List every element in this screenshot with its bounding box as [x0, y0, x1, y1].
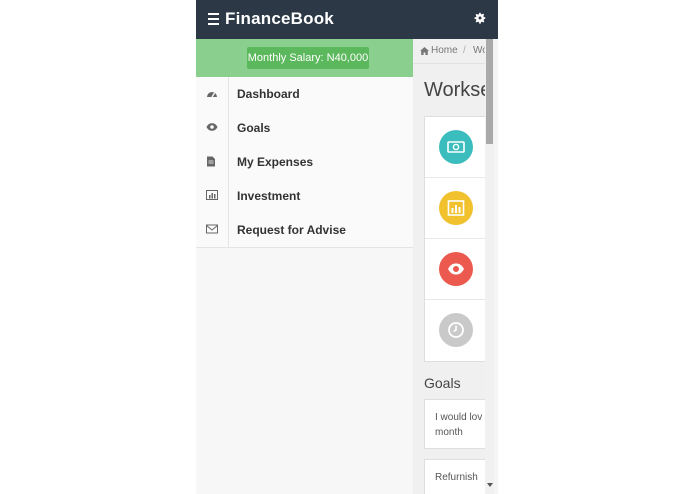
sidebar: Monthly Salary: N40,000 Dashboard Goals [196, 39, 413, 494]
sidebar-item-goals[interactable]: Goals [196, 111, 413, 146]
breadcrumb-current: Wo [473, 45, 485, 56]
sidebar-item-label: Request for Advise [237, 223, 346, 237]
sidebar-item-dashboard[interactable]: Dashboard [196, 77, 413, 112]
goal-card[interactable]: I would lov month [424, 399, 485, 449]
page-title: Workse [424, 79, 485, 101]
breadcrumb-home-link[interactable]: Home [431, 45, 458, 56]
app-title[interactable]: FinanceBook [225, 9, 334, 29]
sidebar-item-request-for-advise[interactable]: Request for Advise [196, 213, 413, 248]
chart-icon [439, 191, 473, 225]
goal-text-line: month [435, 427, 463, 438]
goal-text-line: I would lov [435, 412, 483, 423]
clock-icon [439, 313, 473, 347]
sidebar-icon-cell [196, 145, 229, 179]
tile-money[interactable] [425, 117, 485, 178]
sidebar-icon-cell [196, 111, 229, 145]
sidebar-item-label: Goals [237, 121, 271, 135]
goal-card[interactable]: Refurnish [424, 459, 485, 494]
sidebar-icon-cell [196, 179, 229, 213]
tile-clock[interactable] [425, 300, 485, 360]
scroll-down-arrow-icon[interactable] [487, 483, 493, 487]
dashboard-gauge-icon [207, 92, 217, 98]
sidebar-item-label: My Expenses [237, 155, 314, 169]
sidebar-item-investment[interactable]: Investment [196, 179, 413, 214]
main-content: Home / Wo Workse [413, 39, 485, 494]
breadcrumb: Home / Wo [413, 39, 485, 64]
hamburger-menu-icon[interactable] [208, 13, 219, 25]
goals-heading: Goals [424, 375, 461, 391]
breadcrumb-separator: / [463, 45, 466, 56]
vertical-scrollbar[interactable] [485, 39, 494, 494]
monthly-salary-badge: Monthly Salary: N40,000 [247, 47, 369, 69]
sidebar-icon-cell [196, 213, 229, 247]
money-icon [439, 130, 473, 164]
sidebar-icon-cell [196, 77, 229, 111]
salary-bar: Monthly Salary: N40,000 [196, 39, 413, 77]
goal-text-line: Refurnish [435, 472, 478, 483]
summary-tiles [424, 116, 485, 362]
sidebar-item-my-expenses[interactable]: My Expenses [196, 145, 413, 180]
eye-icon [439, 252, 473, 286]
tile-chart[interactable] [425, 178, 485, 239]
document-icon [207, 156, 215, 167]
home-icon [420, 47, 429, 55]
top-navbar: FinanceBook [196, 0, 498, 39]
app-window: FinanceBook Monthly Salary: N40,000 Dash… [196, 0, 498, 494]
tile-eye[interactable] [425, 239, 485, 300]
sidebar-item-label: Dashboard [237, 87, 300, 101]
scrollbar-thumb[interactable] [486, 39, 493, 144]
eye-icon [206, 123, 218, 131]
bar-chart-icon [206, 190, 218, 200]
envelope-icon [206, 224, 218, 234]
sidebar-item-label: Investment [237, 189, 301, 203]
gear-icon[interactable] [473, 11, 487, 25]
